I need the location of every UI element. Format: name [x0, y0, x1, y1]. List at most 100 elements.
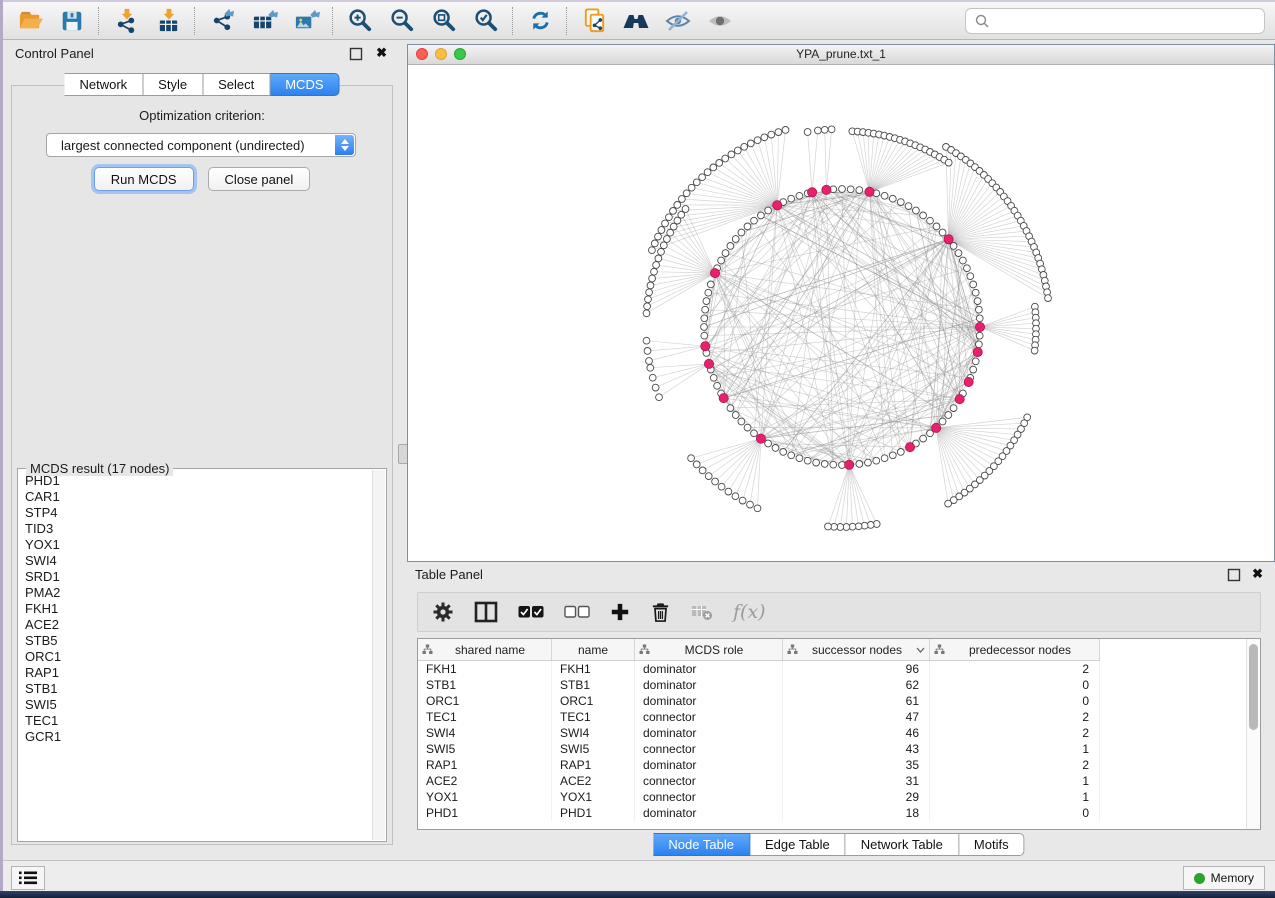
zoom-selected-button[interactable]	[465, 5, 507, 37]
open-session-button[interactable]	[9, 5, 51, 37]
plus-icon	[610, 602, 630, 622]
cell-mcds-role: connector	[635, 741, 783, 757]
cell-mcds-role: connector	[635, 773, 783, 789]
table-body: FKH1 FKH1 dominator 96 2 STB1 STB1 domin…	[418, 661, 1247, 829]
result-node-swi4: SWI4	[25, 553, 373, 569]
apply-layout-button[interactable]	[519, 5, 561, 37]
export-image-button[interactable]	[285, 5, 327, 37]
tab-select[interactable]: Select	[203, 73, 270, 96]
cell-name: SWI5	[552, 741, 635, 757]
table-row-swi4[interactable]: SWI4 SWI4 dominator 46 2	[418, 725, 1247, 741]
cell-shared-name: ORC1	[418, 693, 552, 709]
memory-button[interactable]: Memory	[1183, 866, 1265, 890]
search-input[interactable]	[990, 12, 1264, 29]
result-node-stp4: STP4	[25, 505, 373, 521]
cell-successor-nodes: 43	[783, 741, 930, 757]
column-label: name	[578, 643, 608, 657]
cell-name: TEC1	[552, 709, 635, 725]
float-panel-icon[interactable]	[1227, 568, 1241, 582]
select-stepper-icon	[335, 135, 354, 155]
new-network-from-selection-button[interactable]	[573, 5, 615, 37]
cell-successor-nodes: 47	[783, 709, 930, 725]
close-panel-icon[interactable]: ✖	[376, 45, 387, 61]
cell-mcds-role: dominator	[635, 757, 783, 773]
select-all-button[interactable]	[518, 605, 544, 619]
show-all-button[interactable]	[699, 5, 741, 37]
criterion-select[interactable]: largest connected component (undirected)	[46, 133, 356, 157]
mcds-tab-content: Optimization criterion: largest connecte…	[11, 85, 393, 845]
export-table-button[interactable]	[243, 5, 285, 37]
run-mcds-button[interactable]: Run MCDS	[94, 167, 194, 191]
hide-selected-button[interactable]	[657, 5, 699, 37]
table-panel-titlebar: Table Panel ✖	[403, 562, 1275, 588]
first-neighbors-button[interactable]	[615, 5, 657, 37]
toolbar-separator	[194, 7, 196, 35]
column-header-shared-name[interactable]: shared name	[418, 639, 552, 660]
tab-mcds[interactable]: MCDS	[270, 73, 339, 96]
column-header-successor-nodes[interactable]: successor nodes	[783, 639, 930, 660]
table-row-yox1[interactable]: YOX1 YOX1 connector 29 1	[418, 789, 1247, 805]
table-settings-button[interactable]	[432, 601, 454, 623]
control-panel-title: Control Panel	[15, 46, 94, 61]
deselect-all-button[interactable]	[564, 605, 590, 619]
search-box	[965, 8, 1265, 34]
import-network-button[interactable]	[105, 5, 147, 37]
cell-successor-nodes: 35	[783, 757, 930, 773]
cell-shared-name: SWI5	[418, 741, 552, 757]
eye-icon	[706, 7, 734, 35]
function-builder-button[interactable]: f(x)	[733, 601, 766, 623]
table-scrollbar[interactable]	[1246, 639, 1260, 829]
table-row-orc1[interactable]: ORC1 ORC1 dominator 61 0	[418, 693, 1247, 709]
delete-table-button[interactable]	[691, 602, 713, 622]
column-header-mcds-role[interactable]: MCDS role	[635, 639, 783, 660]
cell-successor-nodes: 31	[783, 773, 930, 789]
zoom-out-button[interactable]	[381, 5, 423, 37]
tab-node-table[interactable]: Node Table	[653, 833, 750, 856]
cell-predecessor-nodes: 2	[930, 757, 1100, 773]
binoculars-icon	[622, 7, 650, 35]
show-panel-list-button[interactable]	[11, 866, 45, 890]
table-row-stb1[interactable]: STB1 STB1 dominator 62 0	[418, 677, 1247, 693]
create-column-button[interactable]	[610, 602, 630, 622]
result-node-ace2: ACE2	[25, 617, 373, 633]
column-label: predecessor nodes	[969, 643, 1071, 657]
table-scrollbar-thumb[interactable]	[1249, 644, 1258, 730]
table-row-rap1[interactable]: RAP1 RAP1 dominator 35 2	[418, 757, 1247, 773]
zoom-fit-button[interactable]	[423, 5, 465, 37]
delete-column-button[interactable]	[650, 601, 671, 623]
mcds-result-list: PHD1CAR1STP4TID3YOX1SWI4SRD1PMA2FKH1ACE2…	[19, 473, 373, 840]
close-panel-icon[interactable]: ✖	[1252, 566, 1263, 582]
zoom-in-button[interactable]	[339, 5, 381, 37]
network-canvas[interactable]	[408, 65, 1274, 561]
cell-mcds-role: dominator	[635, 661, 783, 677]
list-icon	[18, 868, 39, 888]
cell-successor-nodes: 61	[783, 693, 930, 709]
cell-mcds-role: dominator	[635, 693, 783, 709]
float-panel-icon[interactable]	[349, 47, 363, 61]
close-panel-button[interactable]: Close panel	[208, 167, 311, 191]
column-header-predecessor-nodes[interactable]: predecessor nodes	[930, 639, 1100, 660]
save-session-button[interactable]	[51, 5, 93, 37]
import-table-button[interactable]	[147, 5, 189, 37]
result-node-yox1: YOX1	[25, 537, 373, 553]
tab-motifs[interactable]: Motifs	[959, 833, 1025, 856]
cell-shared-name: YOX1	[418, 789, 552, 805]
show-columns-button[interactable]	[474, 601, 498, 623]
cell-mcds-role: connector	[635, 789, 783, 805]
unchecked-boxes-icon	[564, 605, 590, 619]
table-row-phd1[interactable]: PHD1 PHD1 dominator 18 0	[418, 805, 1247, 821]
tab-network-table[interactable]: Network Table	[846, 833, 959, 856]
table-row-fkh1[interactable]: FKH1 FKH1 dominator 96 2	[418, 661, 1247, 677]
table-row-tec1[interactable]: TEC1 TEC1 connector 47 2	[418, 709, 1247, 725]
control-panel-tabs: NetworkStyleSelectMCDS	[64, 73, 339, 96]
table-row-ace2[interactable]: ACE2 ACE2 connector 31 1	[418, 773, 1247, 789]
table-row-swi5[interactable]: SWI5 SWI5 connector 43 1	[418, 741, 1247, 757]
result-scrollbar[interactable]	[372, 470, 385, 840]
tab-network[interactable]: Network	[64, 73, 143, 96]
export-image-icon	[293, 7, 320, 34]
column-header-name[interactable]: name	[552, 639, 635, 660]
cell-shared-name: TEC1	[418, 709, 552, 725]
tab-edge-table[interactable]: Edge Table	[750, 833, 846, 856]
tab-style[interactable]: Style	[143, 73, 203, 96]
export-network-button[interactable]	[201, 5, 243, 37]
